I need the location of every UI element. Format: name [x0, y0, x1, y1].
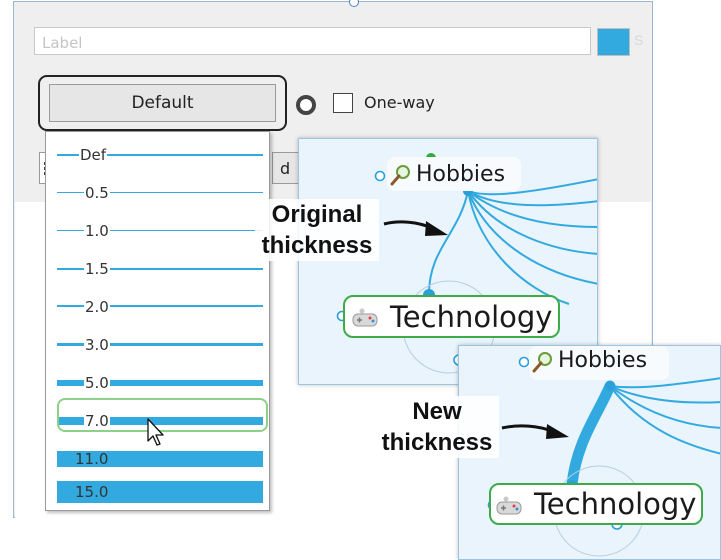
topic-label: Hobbies: [558, 348, 648, 373]
gamepad-icon: [496, 495, 522, 520]
thickness-option-1-5[interactable]: 1.5: [49, 251, 263, 287]
thickness-dropdown-list: Def 0.5 1.0 1.5 2.0 3.0 5.0 7.0 11.0 15.…: [45, 131, 270, 511]
gamepad-icon: [352, 307, 378, 332]
thickness-option-1-0[interactable]: 1.0: [49, 213, 263, 249]
option-label: 2.0: [84, 298, 110, 316]
option-label: Def: [79, 146, 108, 164]
option-label: 5.0: [84, 374, 110, 392]
topic-hobbies[interactable]: Hobbies: [529, 346, 669, 380]
thickness-option-3-0[interactable]: 3.0: [49, 327, 263, 363]
topic-label: Technology: [390, 300, 553, 334]
annotation-line: Original: [271, 201, 363, 228]
topic-label: Hobbies: [416, 162, 506, 187]
annotation-new-thickness: New thickness: [375, 396, 499, 458]
oneway-checkbox[interactable]: [333, 93, 353, 113]
annotation-line: New: [412, 398, 462, 425]
topic-hobbies[interactable]: Hobbies: [387, 157, 521, 191]
topic-label: Technology: [534, 487, 697, 521]
topic-technology[interactable]: Technology: [343, 295, 560, 338]
thickness-option-15-0[interactable]: 15.0: [49, 474, 263, 510]
option-label: 1.0: [84, 222, 110, 240]
thickness-option-5-0[interactable]: 5.0: [49, 365, 263, 401]
option-label: 3.0: [84, 336, 110, 354]
mouse-cursor-icon: [147, 418, 167, 453]
thickness-dropdown-button[interactable]: Default: [49, 84, 276, 122]
thickness-option-def[interactable]: Def: [49, 137, 263, 173]
topic-technology[interactable]: Technology: [489, 483, 703, 525]
truncated-glyph: S: [634, 32, 644, 48]
annotation-line: thickness: [261, 232, 373, 259]
panel-anchor-dot: [349, 0, 359, 7]
annotation-line: thickness: [381, 429, 493, 456]
oneway-label: One-way: [364, 93, 435, 112]
option-label: 15.0: [75, 483, 109, 501]
thickness-option-0-5[interactable]: 0.5: [49, 175, 263, 211]
magnifier-icon: [390, 164, 412, 191]
option-label: 11.0: [75, 450, 109, 468]
magnifier-icon: [532, 351, 554, 378]
annotation-original-thickness: Original thickness: [255, 199, 379, 261]
thickness-option-2-0[interactable]: 2.0: [49, 289, 263, 325]
line-color-picker[interactable]: [597, 28, 630, 56]
label-input[interactable]: Label: [34, 27, 591, 55]
option-label: 0.5: [84, 184, 110, 202]
option-label: 1.5: [84, 260, 110, 278]
radio-button[interactable]: [296, 95, 316, 115]
